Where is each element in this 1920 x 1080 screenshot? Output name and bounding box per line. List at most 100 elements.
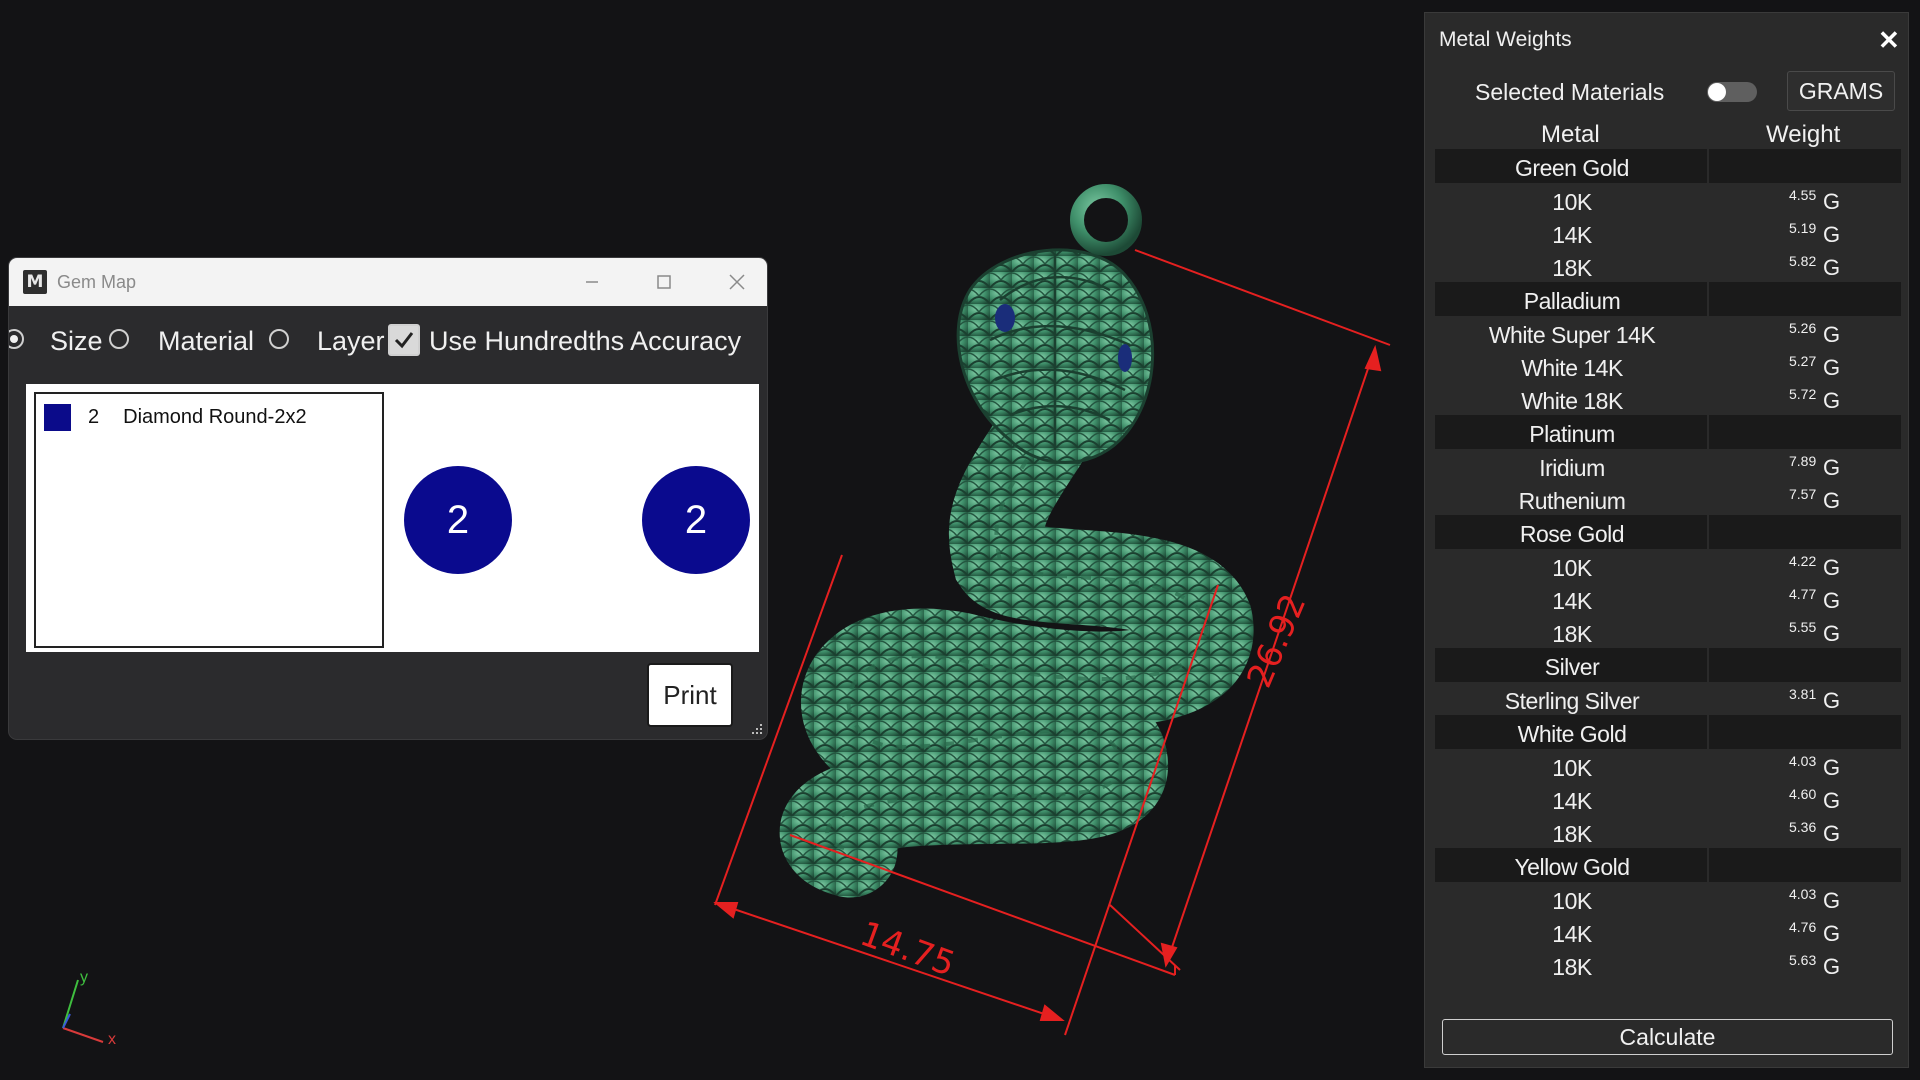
metal-weight-row[interactable]: 14K 4.77 G xyxy=(1435,582,1901,616)
metal-weight-value: 5.55 xyxy=(1789,619,1817,635)
metal-name: White 18K xyxy=(1521,388,1623,414)
print-button[interactable]: Print xyxy=(647,663,733,727)
metal-group-header: White Gold xyxy=(1435,715,1901,749)
weight-unit: G xyxy=(1823,954,1841,979)
gem-map-window: M Gem Map Size Material Layer Use Hundre… xyxy=(9,258,767,739)
metal-group-header: Palladium xyxy=(1435,282,1901,316)
metal-weight-row[interactable]: White 18K 5.72 G xyxy=(1435,382,1901,416)
hundredths-checkbox[interactable] xyxy=(388,324,420,356)
checkmark-icon xyxy=(394,332,414,349)
metal-weight-value: 4.03 xyxy=(1789,886,1817,902)
maximize-button[interactable] xyxy=(634,258,694,306)
metal-weight-row[interactable]: Iridium 7.89 G xyxy=(1435,449,1901,483)
selected-materials-toggle[interactable] xyxy=(1707,82,1757,102)
metal-weight-row[interactable]: 18K 5.82 G xyxy=(1435,249,1901,283)
pendant-bail xyxy=(1070,184,1142,256)
calculate-button[interactable]: Calculate xyxy=(1442,1019,1893,1055)
toggle-knob xyxy=(1708,83,1726,101)
gem-color-swatch xyxy=(44,403,71,431)
radio-material[interactable] xyxy=(109,329,129,349)
metal-weight-row[interactable]: 18K 5.63 G xyxy=(1435,948,1901,982)
axis-y-label: y xyxy=(80,969,88,986)
gem-map-canvas[interactable]: 2 Diamond Round-2x2 2 2 xyxy=(26,384,759,652)
radio-size[interactable] xyxy=(9,329,24,349)
units-button[interactable]: GRAMS xyxy=(1787,71,1895,111)
gem-legend-list[interactable]: 2 Diamond Round-2x2 xyxy=(34,392,384,648)
metal-name: Ruthenium xyxy=(1518,488,1626,514)
metal-name: 14K xyxy=(1552,921,1592,947)
metal-name: 18K xyxy=(1552,954,1592,980)
metal-name: 10K xyxy=(1552,755,1592,781)
gem-legend-item[interactable]: 2 Diamond Round-2x2 xyxy=(44,402,307,432)
weight-unit: G xyxy=(1823,355,1841,380)
minimize-button[interactable] xyxy=(562,258,622,306)
option-layer-label: Layer xyxy=(317,326,385,356)
weight-unit: G xyxy=(1823,821,1841,846)
window-title: Gem Map xyxy=(57,271,137,292)
weight-unit: G xyxy=(1823,455,1841,480)
gem-marker[interactable]: 2 xyxy=(642,466,750,574)
close-icon[interactable]: ✕ xyxy=(1878,25,1900,56)
metal-name: White 14K xyxy=(1521,355,1623,381)
resize-grip-icon[interactable] xyxy=(749,721,763,735)
close-button[interactable] xyxy=(707,258,767,306)
metal-weight-row[interactable]: 10K 4.55 G xyxy=(1435,183,1901,217)
metal-weight-value: 5.26 xyxy=(1789,320,1817,336)
metal-weight-value: 4.22 xyxy=(1789,553,1817,569)
weight-unit: G xyxy=(1823,488,1841,513)
axis-x-label: x xyxy=(108,1031,116,1048)
metal-name: 10K xyxy=(1552,888,1592,914)
weight-unit: G xyxy=(1823,621,1841,646)
snake-pendant-model[interactable] xyxy=(780,184,1254,898)
metal-weight-row[interactable]: 18K 5.55 G xyxy=(1435,615,1901,649)
metal-weight-value: 4.76 xyxy=(1789,919,1817,935)
radio-layer[interactable] xyxy=(269,329,289,349)
metal-weight-value: 4.03 xyxy=(1789,753,1817,769)
metal-group-header: Rose Gold xyxy=(1435,515,1901,549)
metal-group-header: Platinum xyxy=(1435,415,1901,449)
gem-map-options: Size Material Layer Use Hundredths Accur… xyxy=(9,320,767,360)
gem-map-titlebar[interactable]: M Gem Map xyxy=(9,258,767,306)
width-dimension-label: 14.75 xyxy=(855,914,960,985)
metal-weight-row[interactable]: 10K 4.22 G xyxy=(1435,549,1901,583)
close-icon xyxy=(729,274,745,290)
metal-column-header: Metal xyxy=(1541,121,1600,148)
metal-group-name: Silver xyxy=(1544,654,1600,680)
metal-weight-row[interactable]: 14K 4.76 G xyxy=(1435,915,1901,949)
metal-weight-value: 7.57 xyxy=(1789,486,1817,502)
weight-unit: G xyxy=(1823,222,1841,247)
metal-weight-value: 5.82 xyxy=(1789,253,1817,269)
metal-weight-value: 5.36 xyxy=(1789,819,1817,835)
gem-marker[interactable]: 2 xyxy=(404,466,512,574)
weight-unit: G xyxy=(1823,921,1841,946)
metal-weight-row[interactable]: Sterling Silver 3.81 G xyxy=(1435,682,1901,716)
metal-weight-row[interactable]: 14K 5.19 G xyxy=(1435,216,1901,250)
metal-name: 14K xyxy=(1552,222,1592,248)
metal-weight-value: 7.89 xyxy=(1789,453,1817,469)
metal-weight-row[interactable]: 18K 5.36 G xyxy=(1435,815,1901,849)
metal-weight-value: 4.55 xyxy=(1789,187,1817,203)
metal-name: 18K xyxy=(1552,821,1592,847)
metal-weight-row[interactable]: 10K 4.03 G xyxy=(1435,882,1901,916)
weight-column-header: Weight xyxy=(1766,121,1841,148)
metal-weight-row[interactable]: White 14K 5.27 G xyxy=(1435,349,1901,383)
option-size-label: Size xyxy=(50,326,103,356)
metal-weight-row[interactable]: 14K 4.60 G xyxy=(1435,782,1901,816)
minimize-icon xyxy=(586,281,598,283)
snake-eye-right xyxy=(1118,344,1132,372)
metal-name: Iridium xyxy=(1539,455,1605,481)
metal-group-name: Yellow Gold xyxy=(1514,854,1630,880)
weight-unit: G xyxy=(1823,755,1841,780)
metal-group-header: Yellow Gold xyxy=(1435,848,1901,882)
metal-weight-value: 4.77 xyxy=(1789,586,1817,602)
weight-unit: G xyxy=(1823,255,1841,280)
panel-title: Metal Weights xyxy=(1439,28,1572,51)
metal-weight-row[interactable]: White Super 14K 5.26 G xyxy=(1435,316,1901,350)
metal-weight-value: 5.19 xyxy=(1789,220,1817,236)
selected-materials-label: Selected Materials xyxy=(1475,79,1665,105)
metal-weight-value: 4.60 xyxy=(1789,786,1817,802)
metal-group-name: Green Gold xyxy=(1515,155,1629,181)
maximize-icon xyxy=(657,275,671,289)
metal-weight-row[interactable]: Ruthenium 7.57 G xyxy=(1435,482,1901,516)
metal-weight-row[interactable]: 10K 4.03 G xyxy=(1435,749,1901,783)
